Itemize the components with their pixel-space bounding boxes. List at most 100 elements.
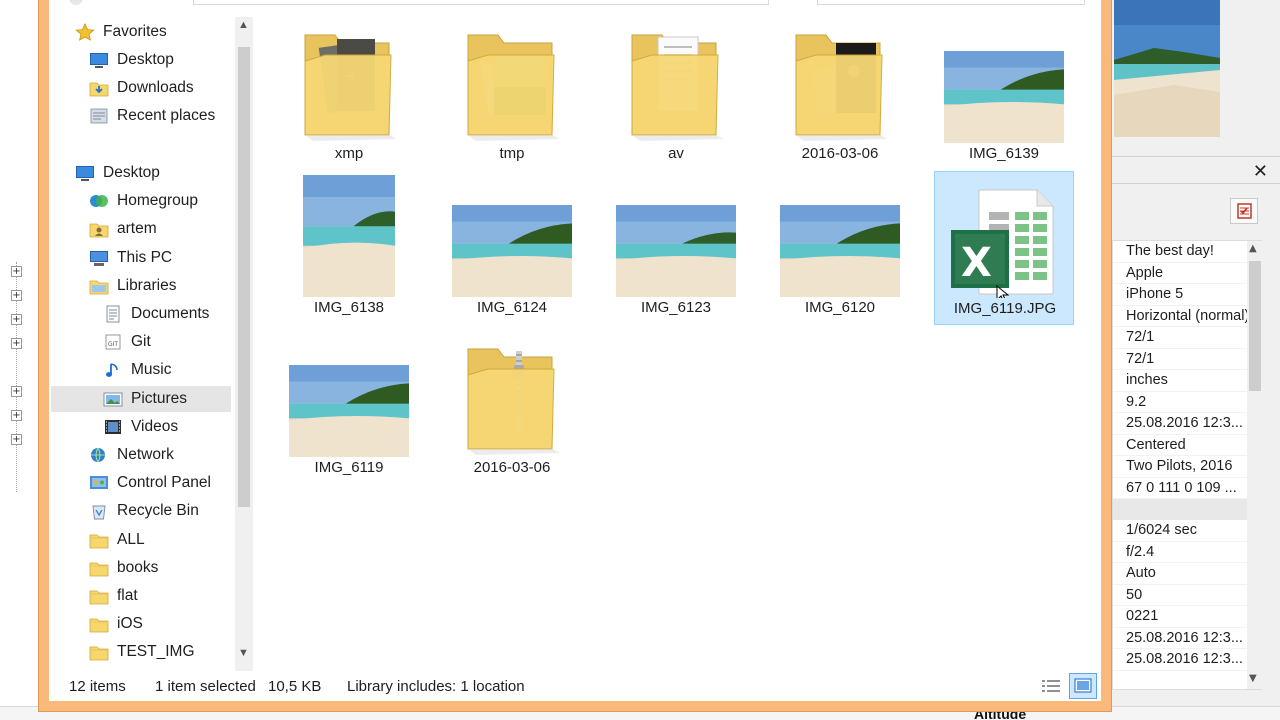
address-bar[interactable] — [193, 0, 769, 5]
property-value[interactable]: Centered — [1113, 435, 1261, 456]
nav-item-videos[interactable]: Videos — [103, 414, 235, 440]
nav-item-label: Control Panel — [117, 474, 211, 492]
nav-item-documents[interactable]: Documents — [103, 301, 235, 327]
nav-item-libraries[interactable]: Libraries — [89, 273, 235, 299]
item-count: 12 items — [69, 678, 126, 695]
file-item[interactable]: X IMG_6119.JPG — [934, 171, 1074, 325]
nav-item-label: Homegroup — [117, 192, 198, 210]
properties-header: ✕ — [1110, 156, 1280, 184]
property-value[interactable]: 0221 — [1113, 606, 1261, 628]
property-value[interactable]: inches — [1113, 370, 1261, 392]
scrollbar-thumb[interactable] — [1249, 261, 1261, 391]
nav-item-homegroup[interactable]: Homegroup — [89, 188, 235, 214]
folder-icon — [89, 559, 109, 577]
property-value[interactable]: 72/1 — [1113, 349, 1261, 370]
details-view-button[interactable] — [1039, 675, 1063, 697]
property-value[interactable]: f/2.4 — [1113, 542, 1261, 563]
nav-item-label: Git — [131, 333, 151, 351]
property-value[interactable]: Horizontal (normal) — [1113, 306, 1261, 327]
image-item[interactable]: IMG_6120 — [770, 171, 910, 325]
nav-item-flat[interactable]: flat — [89, 583, 235, 609]
scrollbar-thumb[interactable] — [238, 47, 250, 507]
properties-scrollbar[interactable]: ▲ ▼ — [1247, 241, 1263, 689]
nav-item-recycle-bin[interactable]: Recycle Bin — [89, 498, 235, 524]
folder-item[interactable]: av — [606, 17, 746, 171]
nav-item-label: Pictures — [131, 389, 187, 407]
tree-expand-button[interactable]: + — [11, 314, 22, 325]
nav-item-desktop[interactable]: Desktop — [75, 160, 235, 186]
property-value[interactable]: Auto — [1113, 563, 1261, 585]
item-name: IMG_6120 — [804, 299, 876, 316]
image-item[interactable]: IMG_6139 — [934, 17, 1074, 171]
property-value[interactable]: The best day! — [1113, 241, 1261, 263]
pictures-icon — [103, 390, 123, 408]
nav-item-pictures[interactable]: Pictures — [51, 385, 231, 412]
tree-expand-button[interactable]: + — [11, 386, 22, 397]
property-value[interactable]: Apple — [1113, 263, 1261, 284]
back-button[interactable] — [69, 0, 83, 5]
svg-text:X: X — [961, 240, 992, 286]
property-value[interactable]: 1/6024 sec — [1113, 520, 1261, 542]
folder-item[interactable]: tmp — [442, 17, 582, 171]
scroll-up-icon[interactable]: ▲ — [238, 19, 249, 31]
image-item[interactable]: IMG_6138 — [279, 171, 419, 325]
tree-expand-button[interactable]: + — [11, 338, 22, 349]
property-group-header[interactable] — [1113, 499, 1261, 520]
scroll-up-icon[interactable]: ▲ — [1249, 243, 1257, 254]
image-item[interactable]: IMG_6119 — [279, 331, 419, 485]
selection-status: 1 item selected — [155, 678, 256, 695]
folder-item[interactable]: ..0. xmp — [279, 17, 419, 171]
search-input[interactable] — [817, 0, 1085, 5]
nav-item-downloads[interactable]: Downloads — [89, 75, 235, 101]
tree-expand-button[interactable]: + — [11, 266, 22, 277]
item-name: IMG_6124 — [476, 299, 548, 316]
folder-icon — [89, 615, 109, 633]
property-value[interactable]: 72/1 — [1113, 327, 1261, 349]
folder-item[interactable]: 2016-03-06 — [442, 331, 582, 485]
large-icons-view-button[interactable] — [1069, 673, 1097, 699]
tree-expand-button[interactable]: + — [11, 290, 22, 301]
property-value[interactable]: Two Pilots, 2016 — [1113, 456, 1261, 478]
nav-item-recent-places[interactable]: Recent places — [89, 103, 235, 129]
tree-expand-button[interactable]: + — [11, 434, 22, 445]
property-value[interactable]: 9.2 — [1113, 392, 1261, 413]
nav-item-artem[interactable]: artem — [89, 216, 235, 242]
nav-item-git[interactable]: GIT Git — [103, 329, 235, 355]
scroll-down-icon[interactable]: ▼ — [238, 647, 249, 659]
image-item[interactable]: IMG_6124 — [442, 171, 582, 325]
property-value[interactable]: 25.08.2016 12:3... — [1113, 649, 1261, 671]
svg-text:GIT: GIT — [108, 341, 118, 348]
nav-item-desktop[interactable]: Desktop — [89, 47, 235, 73]
desktop-icon — [89, 51, 109, 69]
nav-item-control-panel[interactable]: Control Panel — [89, 470, 235, 496]
downloads-folder-icon — [89, 79, 109, 97]
nav-item-ios[interactable]: iOS — [89, 611, 235, 637]
nav-item-label: Videos — [131, 417, 179, 435]
edit-properties-button[interactable] — [1230, 198, 1258, 224]
details-view-icon — [1042, 680, 1060, 692]
nav-item-label: Desktop — [117, 51, 174, 68]
tree-expand-button[interactable]: + — [11, 410, 22, 421]
large-icons-view-icon — [1074, 678, 1092, 693]
nav-item-all[interactable]: ALL — [89, 527, 235, 553]
nav-item-test-img[interactable]: TEST_IMG — [89, 639, 235, 665]
property-value[interactable]: 25.08.2016 12:3... — [1113, 628, 1261, 649]
property-value[interactable]: iPhone 5 — [1113, 284, 1261, 306]
nav-item-music[interactable]: Music — [103, 357, 235, 383]
scroll-down-icon[interactable]: ▼ — [1249, 673, 1257, 684]
folder-icon — [89, 531, 109, 549]
property-value[interactable]: 25.08.2016 12:3... — [1113, 413, 1261, 435]
property-values-list[interactable]: The best day! Apple iPhone 5 Horizontal (no… — [1112, 240, 1263, 690]
property-value[interactable]: 50 — [1113, 585, 1261, 606]
nav-item-this-pc[interactable]: This PC — [89, 245, 235, 271]
navigation-scrollbar[interactable]: ▲ ▼ — [235, 17, 253, 671]
star-icon — [75, 23, 95, 41]
property-value[interactable]: 67 0 111 0 109 ... — [1113, 478, 1261, 499]
selection-size: 10,5 KB — [268, 678, 322, 695]
image-item[interactable]: IMG_6123 — [606, 171, 746, 325]
close-icon[interactable]: ✕ — [1253, 161, 1268, 182]
nav-item-network[interactable]: Network — [89, 442, 235, 468]
nav-item-books[interactable]: books — [89, 555, 235, 581]
nav-item-favorites[interactable]: Favorites — [75, 19, 235, 45]
folder-item[interactable]: 2016-03-06 — [770, 17, 910, 171]
